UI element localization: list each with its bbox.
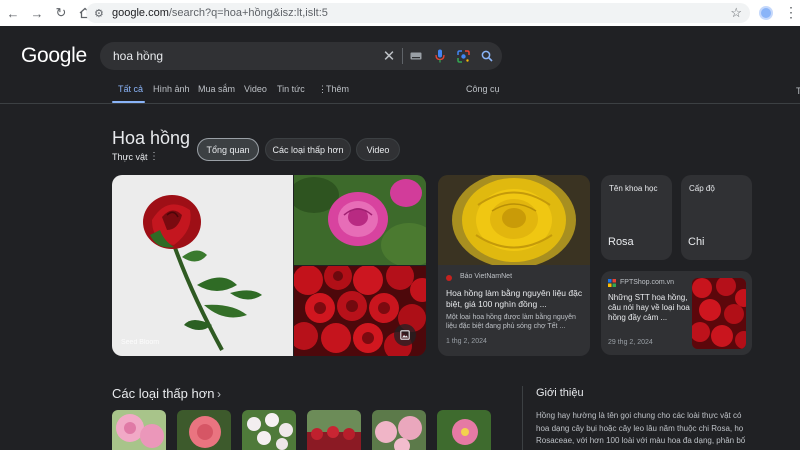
- red-rose-image[interactable]: Seed Bloom: [112, 175, 293, 356]
- bookmark-star-icon[interactable]: ☆: [730, 5, 742, 21]
- tab-images[interactable]: Hình ảnh: [153, 84, 190, 94]
- intro-text: Hồng hay hường là tên gọi chung cho các …: [536, 411, 746, 445]
- rose-type-thumbnail[interactable]: [242, 410, 296, 450]
- image-credit: Seed Bloom: [121, 339, 160, 346]
- search-divider: [402, 48, 403, 64]
- browser-toolbar: ← → ↻ ⚙ google.com/search?q=hoa+hồng&isz…: [0, 0, 800, 26]
- url-path: /search?q=hoa+hồng&isz:lt,islt:5: [168, 7, 328, 19]
- entity-title: Hoa hồng: [112, 128, 191, 148]
- chevron-right-icon[interactable]: ›: [217, 387, 221, 401]
- site-info-icon[interactable]: ⚙: [94, 7, 110, 20]
- intro-heading: Giới thiệu: [536, 387, 584, 399]
- chip-lower-types[interactable]: Các loại thấp hơn: [265, 138, 351, 161]
- pink-rose-image[interactable]: [289, 175, 426, 267]
- cut-off-text: T: [796, 86, 800, 96]
- red-roses-thumbnail: [692, 278, 746, 349]
- chip-video[interactable]: Video: [356, 138, 400, 161]
- search-icon[interactable]: [478, 47, 496, 65]
- section-divider: [522, 386, 523, 450]
- entity-subtitle: Thực vật: [112, 152, 148, 162]
- chip-overview[interactable]: Tổng quan: [197, 138, 259, 161]
- back-icon[interactable]: ←: [2, 2, 24, 24]
- tabs-divider: [0, 103, 800, 104]
- news-title[interactable]: Hoa hồng làm bằng nguyên liệu đặc biệt, …: [446, 288, 586, 310]
- news-snippet: Một loại hoa hồng được làm bằng nguyên l…: [446, 314, 576, 330]
- news-date: 1 thg 2, 2024: [446, 338, 487, 345]
- fact-card-rank[interactable]: Cấp độ Chi: [681, 175, 752, 260]
- fact-value: Rosa: [608, 236, 634, 248]
- voice-search-icon[interactable]: [431, 47, 449, 65]
- tab-news[interactable]: Tin tức: [277, 84, 305, 94]
- search-tabs: Tất cả Hình ảnh Mua sắm Video Tin tức ⋮ …: [0, 84, 800, 104]
- news-card-fptshop[interactable]: FPTShop.com.vn Những STT hoa hồng, câu n…: [601, 271, 752, 355]
- fact-label: Tên khoa học: [609, 184, 658, 193]
- fptshop-logo-icon: [608, 279, 616, 287]
- news-source: FPTShop.com.vn: [620, 279, 675, 286]
- profile-avatar-icon[interactable]: [759, 6, 773, 20]
- fact-label: Cấp độ: [689, 184, 715, 193]
- keyboard-icon[interactable]: [407, 47, 425, 65]
- tools-button[interactable]: Công cụ: [466, 84, 500, 94]
- search-input[interactable]: hoa hồng: [113, 49, 163, 63]
- address-bar[interactable]: ⚙ google.com/search?q=hoa+hồng&isz:lt,is…: [86, 3, 750, 23]
- rose-type-thumbnail[interactable]: [177, 410, 231, 450]
- rose-type-thumbnail[interactable]: [437, 410, 491, 450]
- lens-search-icon[interactable]: [454, 47, 472, 65]
- news-date: 29 thg 2, 2024: [608, 339, 653, 346]
- rose-type-thumbnail[interactable]: [307, 410, 361, 450]
- clear-icon[interactable]: ✕: [380, 47, 398, 65]
- yellow-rose-image: [438, 175, 590, 268]
- red-roses-bunch-image[interactable]: [290, 262, 426, 356]
- gallery-icon: [400, 330, 410, 340]
- lower-types-heading[interactable]: Các loại thấp hơn: [112, 386, 214, 401]
- browser-menu-icon[interactable]: ⋮: [784, 4, 798, 21]
- image-grid[interactable]: Seed Bloom: [112, 175, 426, 356]
- tab-more[interactable]: Thêm: [326, 84, 349, 94]
- reload-icon[interactable]: ↻: [50, 2, 72, 24]
- tab-video[interactable]: Video: [244, 84, 267, 94]
- news-title[interactable]: Những STT hoa hồng, câu nói hay về loại …: [608, 293, 690, 323]
- fact-value: Chi: [688, 236, 705, 248]
- news-card-vietnamnet[interactable]: Báo VietNamNet Hoa hồng làm bằng nguyên …: [438, 175, 590, 356]
- url-domain: google.com: [112, 7, 169, 19]
- google-logo[interactable]: Google: [21, 44, 87, 68]
- rose-type-thumbnail[interactable]: [372, 410, 426, 450]
- news-source: Báo VietNamNet: [460, 273, 513, 280]
- search-box[interactable]: hoa hồng ✕: [100, 42, 502, 70]
- source-logo-icon: [446, 275, 452, 281]
- tab-shopping[interactable]: Mua sắm: [198, 84, 235, 94]
- fact-card-scientific-name[interactable]: Tên khoa học Rosa: [601, 175, 672, 260]
- forward-icon[interactable]: →: [26, 2, 48, 24]
- entity-more-icon[interactable]: ⋮: [149, 151, 159, 162]
- rose-type-thumbnail[interactable]: [112, 410, 166, 450]
- tab-all[interactable]: Tất cả: [118, 84, 143, 94]
- gallery-button[interactable]: [394, 324, 416, 346]
- url-text: google.com/search?q=hoa+hồng&isz:lt,islt…: [112, 7, 328, 19]
